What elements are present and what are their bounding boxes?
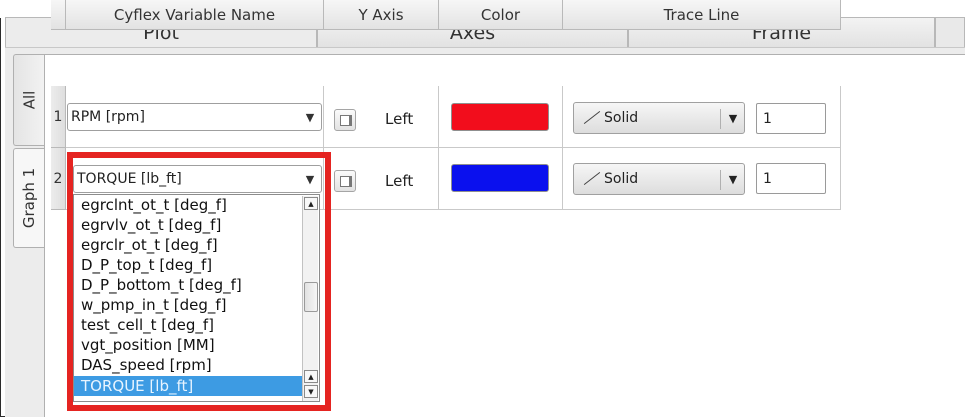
line-style-select-row-2[interactable]: Solid ▼ <box>573 163 745 195</box>
row-number-2: 2 <box>51 148 66 210</box>
red-highlight-box <box>67 152 331 411</box>
side-tab-all-label: All <box>19 90 38 110</box>
line-style-select-row-1[interactable]: Solid ▼ <box>573 102 745 134</box>
variable-select-row-1[interactable]: RPM [rpm] ▼ <box>67 103 322 131</box>
axis-label-row-1: Left <box>385 110 414 128</box>
header-variable-name: Cyflex Variable Name <box>66 0 324 30</box>
color-swatch-row-2[interactable] <box>451 164 549 192</box>
header-trace-line: Trace Line <box>563 0 841 30</box>
chevron-down-icon[interactable]: ▼ <box>299 104 321 130</box>
chevron-down-icon[interactable]: ▼ <box>722 164 744 194</box>
combo-separator <box>720 109 721 129</box>
axis-toggle-row-2[interactable] <box>334 170 356 192</box>
row-number-1: 1 <box>51 86 66 148</box>
header-y-axis: Y Axis <box>324 0 439 30</box>
line-style-icon <box>580 171 602 187</box>
header-color: Color <box>439 0 563 30</box>
line-style-row-1-value: Solid <box>604 110 639 126</box>
axis-label-row-2: Left <box>385 172 414 190</box>
side-tab-graph-1-label: Graph 1 <box>20 167 39 229</box>
line-style-row-2-value: Solid <box>604 171 639 187</box>
chevron-down-icon[interactable]: ▼ <box>722 103 744 133</box>
tab-bar-filler <box>935 17 965 47</box>
axis-toggle-row-1[interactable] <box>334 109 356 131</box>
line-width-input-row-1[interactable]: 1 <box>756 103 826 134</box>
color-swatch-row-1[interactable] <box>451 103 549 131</box>
combo-separator <box>720 170 721 190</box>
side-tab-graph-1[interactable]: Graph 1 <box>13 148 44 248</box>
line-width-input-row-2[interactable]: 1 <box>756 163 826 194</box>
variable-select-row-1-value: RPM [rpm] <box>71 109 145 125</box>
line-style-icon <box>580 110 602 126</box>
side-tab-all[interactable]: All <box>13 54 44 146</box>
table-corner <box>51 0 66 30</box>
